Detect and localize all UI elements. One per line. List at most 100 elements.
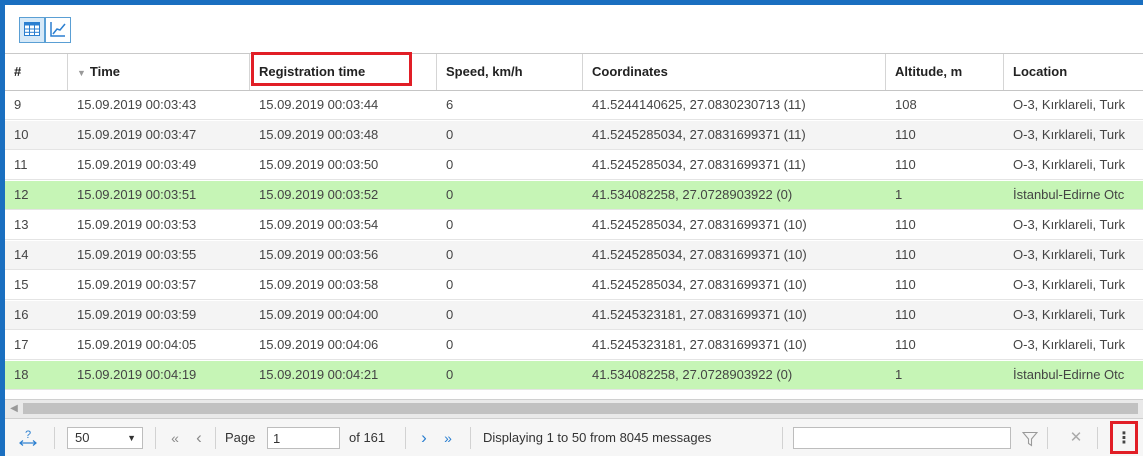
- table-row[interactable]: 12 15.09.2019 00:03:51 15.09.2019 00:03:52…: [5, 181, 1143, 210]
- cell-speed: 0: [446, 127, 454, 142]
- cell-speed: 0: [446, 247, 454, 262]
- cell-speed: 0: [446, 187, 454, 202]
- vertical-dots-icon: ⋮: [1116, 429, 1132, 447]
- cell-location: İstanbul-Edirne Otc: [1013, 367, 1125, 382]
- prev-page-icon[interactable]: ‹: [190, 419, 208, 456]
- scroll-left-icon[interactable]: ◀: [8, 400, 20, 418]
- cell-speed: 0: [446, 367, 454, 382]
- cell-registration-time: 15.09.2019 00:03:44: [259, 97, 379, 112]
- cell-time: 15.09.2019 00:03:51: [77, 187, 197, 202]
- table-row[interactable]: 15 15.09.2019 00:03:57 15.09.2019 00:03:58…: [5, 271, 1143, 300]
- display-info: Displaying 1 to 50 from 8045 messages: [483, 430, 712, 445]
- cell-altitude: 108: [895, 97, 917, 112]
- page-size-select[interactable]: 50 ▼: [67, 427, 143, 449]
- cell-speed: 0: [446, 277, 454, 292]
- separator: [1097, 427, 1098, 449]
- cell-coordinates: 41.5245285034, 27.0831699371 (10): [592, 247, 807, 262]
- cell-altitude: 110: [895, 127, 916, 142]
- separator: [405, 427, 406, 449]
- cell-number: 18: [14, 367, 29, 382]
- table-row[interactable]: 10 15.09.2019 00:03:47 15.09.2019 00:03:48…: [5, 121, 1143, 150]
- separator: [215, 427, 216, 449]
- table-view-button[interactable]: [19, 17, 45, 43]
- table-row[interactable]: 17 15.09.2019 00:04:05 15.09.2019 00:04:06…: [5, 331, 1143, 360]
- filter-input[interactable]: [793, 427, 1011, 449]
- cell-registration-time: 15.09.2019 00:04:06: [259, 337, 379, 352]
- column-header-registration-time[interactable]: Registration time: [250, 54, 437, 90]
- cell-number: 13: [14, 217, 29, 232]
- cell-coordinates: 41.5245285034, 27.0831699371 (11): [592, 127, 806, 142]
- cell-altitude: 110: [895, 277, 916, 292]
- cell-registration-time: 15.09.2019 00:03:56: [259, 247, 379, 262]
- cell-number: 12: [14, 187, 29, 202]
- cell-location: O-3, Kırklareli, Turk: [1013, 157, 1125, 172]
- cell-time: 15.09.2019 00:03:43: [77, 97, 197, 112]
- pagination-bar: ? 50 ▼ « ‹ Page of 161 › » Displaying 1 …: [5, 418, 1143, 456]
- cell-altitude: 110: [895, 337, 916, 352]
- cell-altitude: 1: [895, 187, 903, 202]
- cell-time: 15.09.2019 00:03:57: [77, 277, 197, 292]
- cell-registration-time: 15.09.2019 00:03:54: [259, 217, 379, 232]
- filter-icon[interactable]: [1018, 419, 1042, 456]
- cell-registration-time: 15.09.2019 00:03:52: [259, 187, 379, 202]
- column-header-number[interactable]: #: [5, 54, 68, 90]
- cell-altitude: 110: [895, 307, 916, 322]
- separator: [782, 427, 783, 449]
- page-number-input[interactable]: [267, 427, 340, 449]
- table-row[interactable]: 18 15.09.2019 00:04:19 15.09.2019 00:04:21…: [5, 361, 1143, 390]
- view-toolbar: [5, 5, 1143, 54]
- svg-text:?: ?: [25, 429, 31, 441]
- cell-altitude: 110: [895, 247, 916, 262]
- cell-number: 10: [14, 127, 29, 142]
- grid-header: # ▼ Time Registration time Speed, km/h Co…: [5, 54, 1143, 91]
- column-header-speed[interactable]: Speed, km/h: [437, 54, 583, 90]
- cell-location: O-3, Kırklareli, Turk: [1013, 247, 1125, 262]
- table-row[interactable]: 16 15.09.2019 00:03:59 15.09.2019 00:04:00…: [5, 301, 1143, 330]
- sort-desc-icon: ▼: [77, 68, 86, 78]
- cell-location: O-3, Kırklareli, Turk: [1013, 277, 1125, 292]
- page-label: Page: [225, 430, 256, 445]
- grid-body: 9 15.09.2019 00:03:43 15.09.2019 00:03:44 6…: [5, 91, 1143, 399]
- column-header-altitude[interactable]: Altitude, m: [886, 54, 1004, 90]
- cell-time: 15.09.2019 00:03:55: [77, 247, 197, 262]
- separator: [1047, 427, 1048, 449]
- cell-number: 17: [14, 337, 29, 352]
- separator: [155, 427, 156, 449]
- cell-coordinates: 41.534082258, 27.0728903922 (0): [592, 187, 793, 202]
- horizontal-scrollbar[interactable]: ◀: [5, 399, 1143, 418]
- cell-coordinates: 41.5245323181, 27.0831699371 (10): [592, 307, 807, 322]
- next-page-icon[interactable]: ›: [415, 419, 433, 456]
- cell-coordinates: 41.534082258, 27.0728903922 (0): [592, 367, 793, 382]
- column-header-location[interactable]: Location: [1004, 54, 1143, 90]
- table-row[interactable]: 9 15.09.2019 00:03:43 15.09.2019 00:03:44 6…: [5, 91, 1143, 120]
- scrollbar-thumb[interactable]: [23, 403, 1138, 414]
- messages-panel: # ▼ Time Registration time Speed, km/h Co…: [5, 5, 1143, 456]
- table-row[interactable]: 11 15.09.2019 00:03:49 15.09.2019 00:03:50…: [5, 151, 1143, 180]
- separator: [54, 427, 55, 449]
- cell-time: 15.09.2019 00:04:19: [77, 367, 197, 382]
- cell-speed: 0: [446, 217, 454, 232]
- last-page-icon[interactable]: »: [437, 419, 459, 456]
- cell-location: O-3, Kırklareli, Turk: [1013, 307, 1125, 322]
- cell-location: İstanbul-Edirne Otc: [1013, 187, 1125, 202]
- cell-registration-time: 15.09.2019 00:04:21: [259, 367, 379, 382]
- help-icon[interactable]: ?: [15, 419, 41, 456]
- cell-coordinates: 41.5245285034, 27.0831699371 (10): [592, 277, 807, 292]
- column-header-time[interactable]: ▼ Time: [68, 54, 250, 90]
- cell-number: 15: [14, 277, 29, 292]
- chart-view-button[interactable]: [45, 17, 71, 43]
- cell-time: 15.09.2019 00:03:59: [77, 307, 197, 322]
- cell-location: O-3, Kırklareli, Turk: [1013, 337, 1125, 352]
- cell-time: 15.09.2019 00:03:47: [77, 127, 197, 142]
- more-menu-button[interactable]: ⋮: [1110, 421, 1138, 454]
- column-header-coordinates[interactable]: Coordinates: [583, 54, 886, 90]
- first-page-icon[interactable]: «: [165, 419, 185, 456]
- cell-registration-time: 15.09.2019 00:03:58: [259, 277, 379, 292]
- table-row[interactable]: 13 15.09.2019 00:03:53 15.09.2019 00:03:54…: [5, 211, 1143, 240]
- cell-coordinates: 41.5245285034, 27.0831699371 (10): [592, 217, 807, 232]
- separator: [470, 427, 471, 449]
- table-row[interactable]: 14 15.09.2019 00:03:55 15.09.2019 00:03:56…: [5, 241, 1143, 270]
- cell-time: 15.09.2019 00:03:49: [77, 157, 197, 172]
- cell-coordinates: 41.5245285034, 27.0831699371 (11): [592, 157, 806, 172]
- clear-filter-icon[interactable]: ✕: [1065, 419, 1087, 456]
